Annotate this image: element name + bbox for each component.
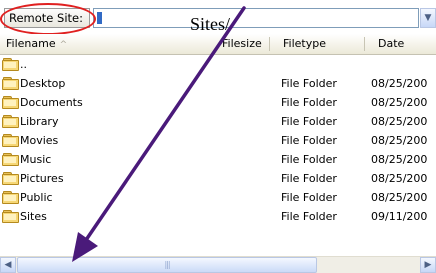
- arrow-right-icon[interactable]: ▶: [420, 257, 436, 273]
- file-name: Library: [20, 115, 59, 128]
- file-name: ..: [20, 58, 27, 71]
- column-divider[interactable]: [364, 37, 365, 51]
- highlight-ellipse: [0, 3, 96, 35]
- scrollbar-thumb[interactable]: |||: [17, 257, 317, 273]
- file-date: 08/25/200: [371, 153, 428, 166]
- remote-site-bar: Remote Site: Sites/ ▼: [0, 0, 436, 35]
- folder-icon: [2, 58, 19, 71]
- folder-icon: [2, 172, 19, 185]
- file-type: File Folder: [281, 191, 337, 204]
- file-name: Sites: [20, 210, 47, 223]
- folder-icon: [2, 115, 19, 128]
- folder-icon: [2, 210, 19, 223]
- list-item[interactable]: Pictures File Folder 08/25/200: [0, 169, 436, 188]
- arrow-left-icon[interactable]: ◀: [0, 257, 16, 273]
- list-item[interactable]: Sites File Folder 09/11/200: [0, 207, 436, 226]
- list-item[interactable]: Public File Folder 08/25/200: [0, 188, 436, 207]
- file-list: .. Desktop File Folder 08/25/200 Documen…: [0, 55, 436, 245]
- file-name: Documents: [20, 96, 83, 109]
- file-name: Music: [20, 153, 52, 166]
- column-header: Filename ^ Filesize Filetype Date: [0, 34, 436, 55]
- column-filetype-label: Filetype: [283, 37, 326, 50]
- folder-icon: [2, 96, 19, 109]
- remote-path-text: Sites/: [190, 14, 231, 34]
- file-name: Movies: [20, 134, 59, 147]
- remote-file-pane: Remote Site: Sites/ ▼ Filename ^ Filesize…: [0, 0, 436, 273]
- file-type: File Folder: [281, 77, 337, 90]
- folder-icon: [2, 134, 19, 147]
- sort-ascending-icon: ^: [59, 40, 68, 50]
- list-item[interactable]: Documents File Folder 08/25/200: [0, 93, 436, 112]
- file-date: 08/25/200: [371, 96, 428, 109]
- list-item[interactable]: Library File Folder 08/25/200: [0, 112, 436, 131]
- list-item[interactable]: Desktop File Folder 08/25/200: [0, 74, 436, 93]
- remote-path-input[interactable]: [93, 8, 419, 28]
- file-type: File Folder: [281, 96, 337, 109]
- column-filename[interactable]: Filename ^: [6, 34, 67, 54]
- file-type: File Folder: [281, 115, 337, 128]
- list-item[interactable]: Movies File Folder 08/25/200: [0, 131, 436, 150]
- file-date: 08/25/200: [371, 134, 428, 147]
- column-date[interactable]: Date: [378, 34, 404, 54]
- chevron-down-icon[interactable]: ▼: [420, 8, 436, 28]
- folder-icon: [2, 77, 19, 90]
- text-caret: [97, 12, 102, 24]
- file-type: File Folder: [281, 134, 337, 147]
- file-name: Desktop: [20, 77, 66, 90]
- file-date: 08/25/200: [371, 115, 428, 128]
- list-item[interactable]: ..: [0, 55, 436, 74]
- file-name: Public: [20, 191, 53, 204]
- column-date-label: Date: [378, 37, 405, 50]
- column-filesize[interactable]: Filesize: [222, 34, 262, 54]
- column-filesize-label: Filesize: [222, 37, 262, 50]
- file-date: 09/11/200: [371, 210, 428, 223]
- column-divider[interactable]: [269, 37, 270, 51]
- file-date: 08/25/200: [371, 191, 428, 204]
- column-filename-label: Filename: [6, 37, 56, 50]
- horizontal-scrollbar[interactable]: ◀ ||| ▶: [0, 256, 436, 273]
- file-date: 08/25/200: [371, 172, 428, 185]
- list-item[interactable]: Music File Folder 08/25/200: [0, 150, 436, 169]
- folder-icon: [2, 153, 19, 166]
- file-date: 08/25/200: [371, 77, 428, 90]
- file-type: File Folder: [281, 153, 337, 166]
- file-type: File Folder: [281, 210, 337, 223]
- file-type: File Folder: [281, 172, 337, 185]
- folder-icon: [2, 191, 19, 204]
- file-name: Pictures: [20, 172, 64, 185]
- column-filetype[interactable]: Filetype: [283, 34, 326, 54]
